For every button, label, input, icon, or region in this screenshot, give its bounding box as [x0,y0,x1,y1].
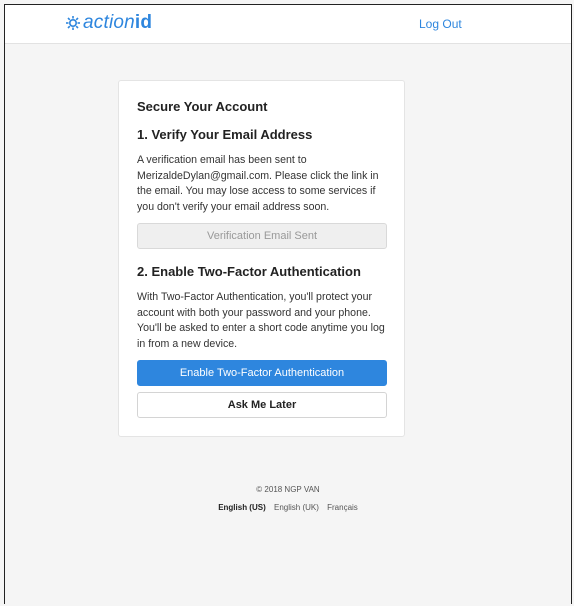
language-selector: English (US) English (UK) Français [5,503,571,512]
card-title: Secure Your Account [137,99,268,114]
language-french[interactable]: Français [327,503,358,512]
verification-email-sent-button[interactable]: Verification Email Sent [137,223,387,249]
verify-email-heading: 1. Verify Your Email Address [137,127,313,142]
language-english-us[interactable]: English (US) [218,503,266,512]
top-header: action id Log Out [5,5,571,44]
logout-link[interactable]: Log Out [419,17,462,31]
page-footer: © 2018 NGP VAN English (US) English (UK)… [5,485,571,512]
secure-account-card: Secure Your Account 1. Verify Your Email… [118,80,405,437]
actionid-logo[interactable]: action id [65,12,152,34]
enable-two-factor-button[interactable]: Enable Two-Factor Authentication [137,360,387,386]
ask-me-later-button[interactable]: Ask Me Later [137,392,387,418]
gear-icon [66,16,80,30]
browser-viewport: action id Log Out Secure Your Account 1. … [4,4,572,604]
logo-text-id: id [134,12,153,33]
language-english-uk[interactable]: English (UK) [274,503,319,512]
two-factor-text: With Two-Factor Authentication, you'll p… [137,291,385,350]
logo-text-action: action [83,12,135,33]
verify-email-text: A verification email has been sent to Me… [137,154,379,213]
copyright-text: © 2018 NGP VAN [256,485,320,494]
two-factor-heading: 2. Enable Two-Factor Authentication [137,264,361,279]
